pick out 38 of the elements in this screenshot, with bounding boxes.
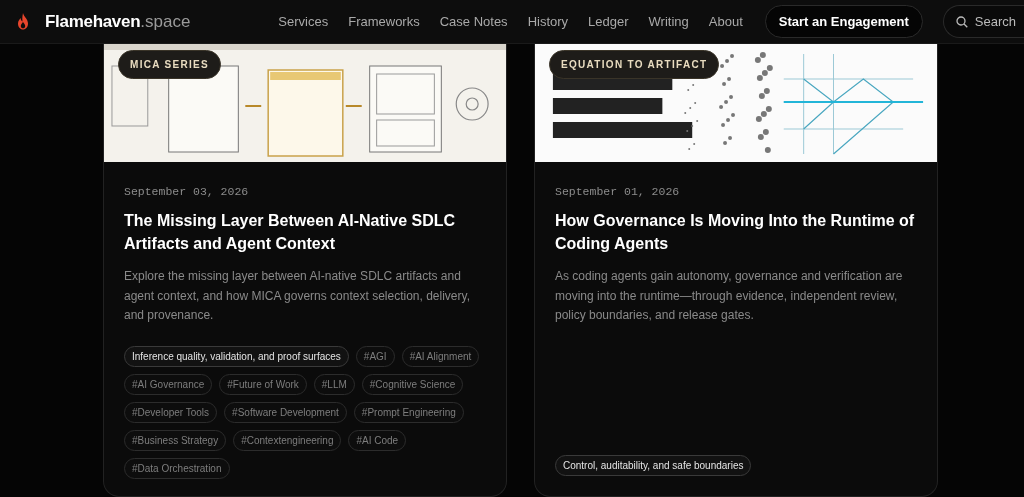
tag-chip[interactable]: #Prompt Engineering — [353, 401, 464, 423]
nav-link[interactable]: Services — [278, 11, 329, 32]
search-button[interactable]: Search — [942, 4, 1024, 39]
nav-link[interactable]: Ledger — [588, 11, 629, 32]
nav-link[interactable]: Frameworks — [348, 11, 420, 32]
post-date: September 01, 2026 — [555, 184, 681, 200]
nav-link[interactable]: Writing — [648, 11, 689, 32]
series-label: EQUATION TO ARTIFACT — [549, 50, 720, 79]
engagement-button[interactable]: Start an Engagement — [764, 4, 923, 39]
series-label: MICA SERIES — [118, 50, 221, 79]
search-icon — [955, 15, 968, 28]
tag-chip[interactable]: #Cognitive Science — [361, 373, 464, 395]
flame-icon — [16, 13, 30, 30]
tag-chip[interactable]: #Software Development — [224, 401, 347, 423]
tag-chip[interactable]: #AI Alignment — [401, 345, 480, 367]
nav-link[interactable]: About — [708, 11, 743, 32]
post-title[interactable]: The Missing Layer Between AI-Native SDLC Artifacts and Agent Context — [124, 209, 486, 256]
tag-chip[interactable]: #AGI — [355, 345, 395, 367]
tag-chip[interactable]: #AI Code — [348, 429, 407, 451]
tag-chip[interactable]: #Developer Tools — [124, 401, 218, 423]
post-card[interactable] — [103, 44, 507, 497]
nav-link[interactable]: History — [527, 11, 569, 32]
post-title[interactable]: How Governance Is Moving Into the Runtime of Coding Agents — [555, 209, 917, 256]
post-card[interactable] — [534, 44, 938, 497]
tag-chip[interactable]: #LLM — [313, 373, 355, 395]
tag-chip[interactable]: #AI Governance — [124, 373, 213, 395]
tag-chip[interactable]: #Data Orchestration — [124, 457, 230, 479]
tag-chip[interactable]: #Business Strategy — [124, 429, 227, 451]
topic-chip[interactable]: Control, auditability, and safe boundaries — [555, 455, 752, 476]
brand-name: Flamehaven — [45, 10, 141, 33]
brand-domain: .space — [140, 10, 191, 33]
tag-chip[interactable]: #Contextengineering — [233, 429, 342, 451]
nav-link[interactable]: Case Notes — [439, 11, 508, 32]
post-date: September 03, 2026 — [124, 184, 250, 200]
tag-chip[interactable]: #Future of Work — [219, 373, 307, 395]
topic-chip[interactable]: Inference quality, validation, and proof surfaces — [124, 345, 349, 367]
post-excerpt: Explore the missing layer between AI-native SDLC artifacts and agent context, and how MICA governs context selection, delivery, and provenance. — [124, 268, 471, 325]
post-excerpt: As coding agents gain autonomy, governance and verification are moving into the runtime—through evidence, independent review, policy boundaries, and release gates. — [555, 268, 904, 325]
